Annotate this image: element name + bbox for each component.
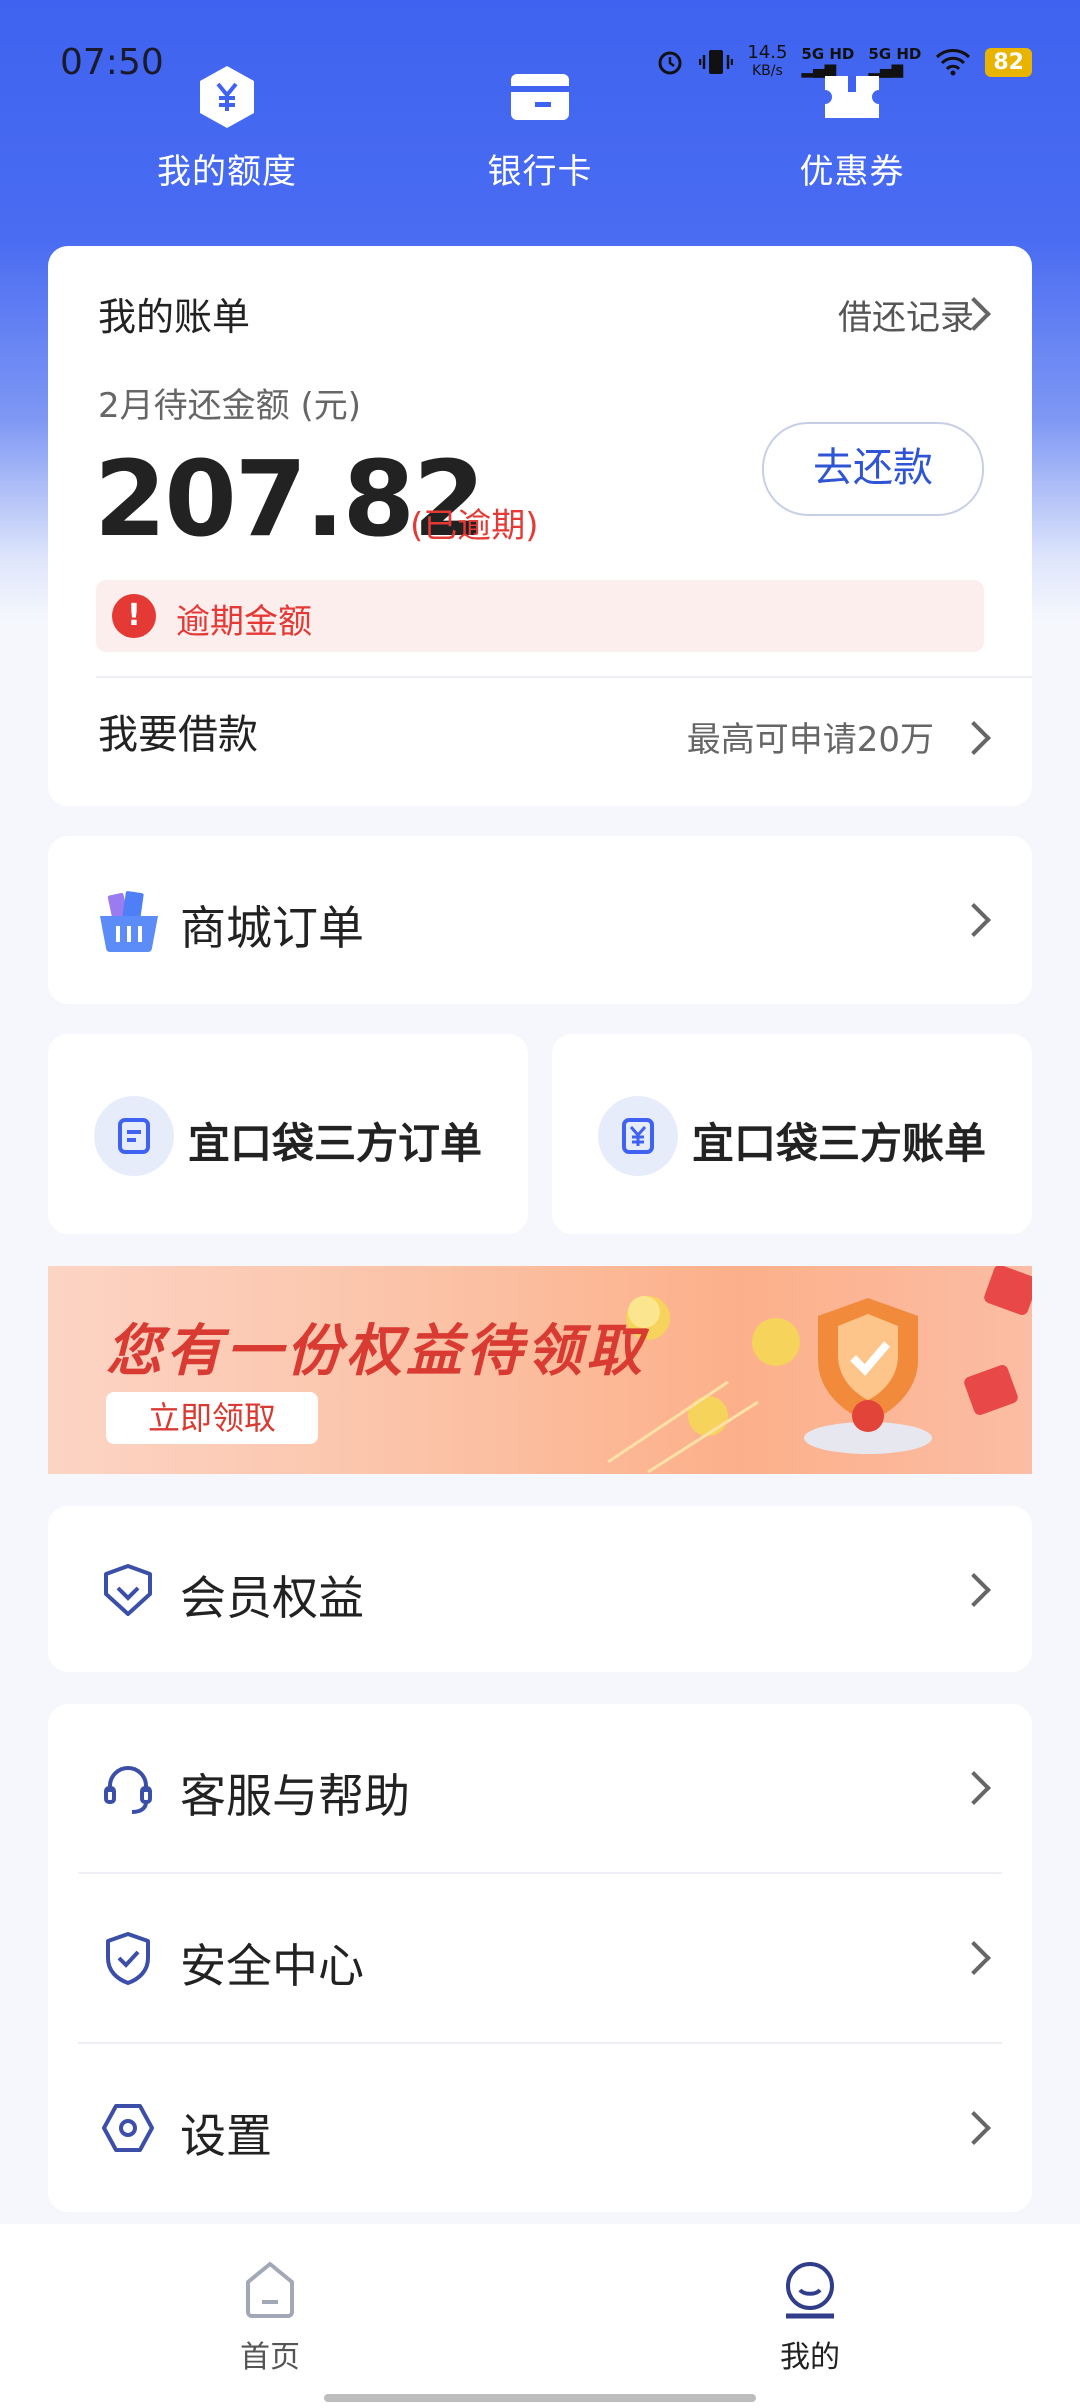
borrow-limit-hint: 最高可申请20万 (686, 720, 934, 760)
bottom-tab-bar: 首页 我的 (0, 2224, 1080, 2408)
bill-card: 我的账单 借还记录 2月待还金额 (元) 207.82 (已逾期) 去还款 ! … (48, 246, 1032, 806)
yen-hexagon-icon (200, 66, 254, 128)
nav-bank-card-label: 银行卡 (487, 152, 593, 192)
bank-card-icon (511, 74, 569, 120)
shield-check-icon (106, 1932, 150, 1985)
settings-label: 设置 (180, 2109, 272, 2163)
member-benefits-label: 会员权益 (180, 1571, 364, 1625)
chevron-right-icon (957, 1573, 991, 1607)
repay-button[interactable]: 去还款 (762, 422, 984, 516)
divider (96, 676, 1032, 678)
chevron-right-icon (957, 1771, 991, 1805)
chevron-right-icon (957, 2111, 991, 2145)
coupon-icon (825, 76, 879, 118)
third-party-bills-card[interactable]: 宜口袋三方账单 (552, 1034, 1032, 1234)
security-center-label: 安全中心 (180, 1939, 364, 1993)
nav-coupon[interactable]: 优惠券 (742, 62, 962, 193)
overdue-warning: ! 逾期金额 (96, 580, 984, 652)
mall-order-label: 商城订单 (180, 901, 364, 955)
headset-icon (104, 1766, 152, 1814)
profile-icon (786, 2262, 834, 2319)
bill-icon-circle (598, 1096, 678, 1176)
repayment-record-link[interactable]: 借还记录 (838, 290, 974, 339)
order-document-icon (118, 1118, 150, 1154)
gear-icon (102, 2104, 154, 2152)
chevron-right-icon (957, 903, 991, 937)
nav-bank-card[interactable]: 银行卡 (430, 62, 650, 193)
bill-title: 我的账单 (98, 295, 251, 339)
nav-my-quota-label: 我的额度 (157, 152, 297, 192)
benefit-promo-banner[interactable]: 您有一份权益待领取 立即领取 (48, 1266, 1032, 1474)
alert-icon: ! (112, 594, 156, 638)
gesture-home-bar (324, 2394, 756, 2402)
member-badge-icon (104, 1564, 152, 1616)
shopping-basket-icon (100, 891, 158, 952)
banner-title: 您有一份权益待领取 (106, 1319, 646, 1384)
nav-coupon-label: 优惠券 (799, 152, 905, 192)
tab-mine-label: 我的 (780, 2340, 840, 2375)
settings-menu-group: 客服与帮助 安全中心 设置 (48, 1704, 1032, 2212)
customer-service-row[interactable]: 客服与帮助 (48, 1704, 1032, 1872)
order-icon-circle (94, 1096, 174, 1176)
overdue-tag: (已逾期) (410, 506, 539, 546)
third-party-orders-card[interactable]: 宜口袋三方订单 (48, 1034, 528, 1234)
third-party-bills-label: 宜口袋三方账单 (692, 1119, 987, 1168)
top-navigation: 我的额度 银行卡 优惠券 (0, 62, 1080, 212)
claim-now-button[interactable]: 立即领取 (106, 1392, 318, 1444)
chevron-right-icon (957, 1941, 991, 1975)
settings-row[interactable]: 设置 (48, 2044, 1032, 2212)
third-party-orders-label: 宜口袋三方订单 (188, 1119, 483, 1168)
customer-service-label: 客服与帮助 (180, 1769, 410, 1823)
overdue-warning-text: 逾期金额 (176, 602, 312, 642)
tab-mine[interactable]: 我的 (710, 2258, 910, 2376)
tab-home[interactable]: 首页 (170, 2258, 370, 2376)
chevron-right-icon (957, 721, 991, 755)
tab-home-label: 首页 (240, 2340, 300, 2375)
mall-order-row[interactable]: 商城订单 (48, 836, 1032, 1004)
due-month-label: 2月待还金额 (元) (98, 386, 361, 426)
security-center-row[interactable]: 安全中心 (48, 1874, 1032, 2042)
member-benefits-row[interactable]: 会员权益 (48, 1506, 1032, 1672)
yen-bill-icon (622, 1118, 654, 1154)
nav-my-quota[interactable]: 我的额度 (117, 62, 337, 193)
home-icon (246, 2262, 294, 2318)
borrow-row-title[interactable]: 我要借款 (98, 702, 258, 760)
